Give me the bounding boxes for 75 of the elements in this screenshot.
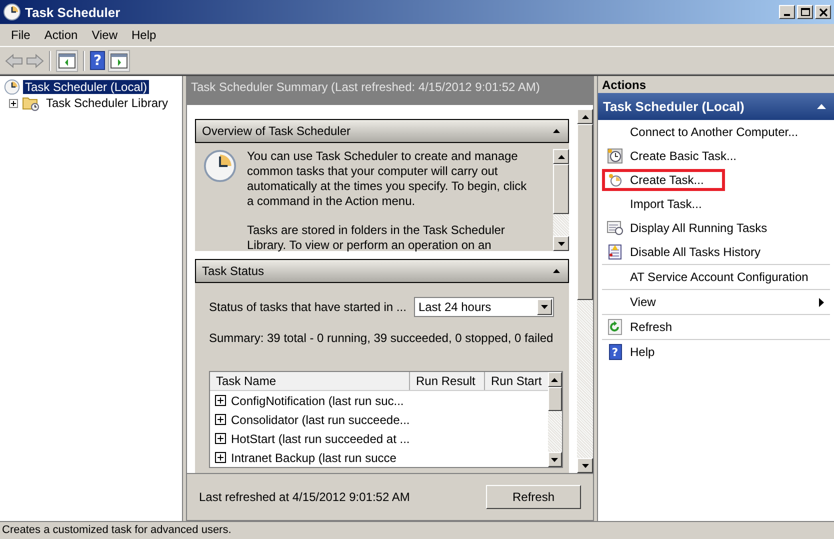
- submenu-arrow-icon: [819, 298, 824, 306]
- collapse-icon[interactable]: [553, 129, 560, 133]
- list-clock-icon: [607, 221, 623, 235]
- actions-header: Actions: [598, 76, 834, 93]
- command-link[interactable]: Refresh: [602, 316, 680, 338]
- help-icon: ?: [608, 344, 622, 360]
- expand-icon[interactable]: [215, 395, 226, 406]
- clock-icon: [3, 3, 21, 21]
- menu-item[interactable]: File: [4, 28, 38, 42]
- command-link[interactable]: Display All Running Tasks: [602, 217, 774, 239]
- tree-item[interactable]: Task Scheduler (Local): [23, 80, 150, 94]
- command-link[interactable]: Connect to Another Computer...: [602, 121, 806, 143]
- folder-icon: [22, 95, 40, 111]
- scroll-up-icon[interactable]: [558, 154, 564, 158]
- tree-item[interactable]: Task Scheduler Library: [44, 96, 170, 110]
- column-header[interactable]: Task Name: [210, 372, 410, 390]
- filter-label: Status of tasks that have started in ...: [209, 300, 406, 314]
- close-button[interactable]: [815, 5, 831, 19]
- scroll-up-icon[interactable]: [551, 378, 558, 382]
- task-summary: Summary: 39 total - 0 running, 39 succeeded, 0 stopped, 0 failed: [209, 331, 554, 345]
- command-link[interactable]: Import Task...: [602, 193, 709, 215]
- dropdown-arrow-icon[interactable]: [541, 305, 548, 309]
- overview-paragraph: You can use Task Scheduler to create and manage common tasks that your computer will carry out automatically at the times you specify. To begin, click a command in the Action menu.: [247, 149, 528, 209]
- status-bar: Creates a customized task for advanced users.: [0, 521, 834, 539]
- clock-icon: [4, 79, 20, 95]
- scrollbar[interactable]: [577, 109, 593, 473]
- collapse-icon[interactable]: [553, 269, 560, 273]
- command-link[interactable]: Disable All Tasks History: [602, 241, 768, 263]
- last-refreshed-text: Last refreshed at 4/15/2012 9:01:52 AM: [199, 490, 410, 504]
- scroll-up-icon[interactable]: [582, 114, 588, 118]
- collapse-icon[interactable]: [817, 104, 826, 109]
- pane-toggle-icon[interactable]: [56, 50, 78, 72]
- column-header[interactable]: Run Start: [485, 372, 548, 390]
- refresh-icon: [608, 319, 622, 335]
- expand-icon[interactable]: [215, 414, 226, 425]
- actions-group-header[interactable]: Task Scheduler (Local): [598, 93, 834, 120]
- scrollbar[interactable]: [548, 372, 562, 467]
- command-link[interactable]: AT Service Account Configuration: [602, 266, 816, 288]
- panel-header[interactable]: Overview of Task Scheduler: [195, 119, 569, 143]
- expand-icon[interactable]: [9, 98, 18, 108]
- maximize-icon: [800, 8, 810, 16]
- panel-header[interactable]: Task Status: [195, 259, 569, 283]
- command-link[interactable]: ? Help: [602, 341, 662, 363]
- command-link[interactable]: View: [602, 291, 663, 313]
- scroll-down-icon[interactable]: [551, 458, 558, 462]
- clock-icon: [608, 173, 622, 187]
- minimize-icon: [784, 14, 790, 16]
- overview-paragraph: Tasks are stored in folders in the Task Scheduler Library. To view or perform an operation on an: [247, 223, 506, 253]
- menu-item[interactable]: View: [84, 28, 124, 42]
- expand-icon[interactable]: [215, 433, 226, 444]
- close-icon: [818, 8, 828, 16]
- refresh-button[interactable]: Refresh: [486, 485, 581, 509]
- notepad-icon: [608, 244, 622, 260]
- clock-icon: [607, 148, 623, 164]
- task-name[interactable]: HotStart (last run succeeded at ...: [231, 432, 410, 446]
- command-link[interactable]: Create Task...: [602, 169, 725, 191]
- clock-icon: [203, 149, 237, 183]
- scroll-down-icon[interactable]: [582, 464, 588, 468]
- scrollbar[interactable]: [553, 149, 569, 251]
- menu-item[interactable]: Help: [124, 28, 164, 42]
- time-range-dropdown[interactable]: Last 24 hours: [414, 297, 554, 317]
- task-name[interactable]: Consolidator (last run succeede...: [231, 412, 410, 426]
- scroll-down-icon[interactable]: [558, 242, 564, 246]
- column-header[interactable]: Run Result: [410, 372, 485, 390]
- help-button[interactable]: ?: [90, 51, 105, 70]
- task-name[interactable]: ConfigNotification (last run suc...: [231, 394, 404, 408]
- command-link[interactable]: Create Basic Task...: [602, 145, 744, 167]
- window-title: Task Scheduler: [25, 4, 122, 20]
- expand-icon[interactable]: [215, 452, 226, 463]
- pane-toggle-icon[interactable]: [108, 50, 130, 72]
- minimize-button[interactable]: [779, 5, 795, 19]
- summary-header: Task Scheduler Summary (Last refreshed: 4/15/2012 9:01:52 AM): [187, 77, 593, 105]
- maximize-button[interactable]: [797, 5, 813, 19]
- task-name[interactable]: Intranet Backup (last run succe: [231, 450, 396, 464]
- menu-item[interactable]: Action: [37, 28, 85, 42]
